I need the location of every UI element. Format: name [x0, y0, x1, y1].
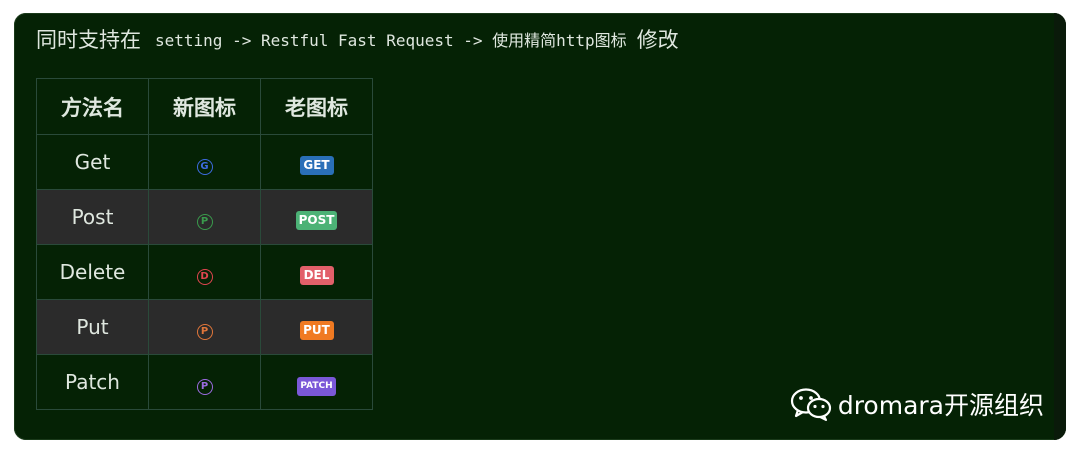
delete-old-badge-icon: DEL — [299, 265, 334, 285]
method-icon-table: 方法名 新图标 老图标 Get G GET Post P POST Delete D DEL Pu… — [36, 78, 373, 410]
method-name-cell: Put — [36, 299, 149, 355]
content-panel: 同时支持在 setting -> Restful Fast Request ->… — [14, 13, 1066, 440]
watermark-text: dromara开源组织 — [837, 391, 1044, 420]
old-icon-cell: PATCH — [260, 354, 373, 410]
old-icon-cell: DEL — [260, 244, 373, 300]
get-old-badge-icon: GET — [299, 155, 334, 175]
header-new-icon: 新图标 — [148, 78, 261, 135]
delete-new-icon: D — [196, 268, 213, 285]
post-old-badge-icon: POST — [295, 210, 338, 230]
intro-line: 同时支持在 setting -> Restful Fast Request ->… — [36, 23, 679, 55]
new-icon-cell: P — [148, 189, 261, 245]
post-new-icon: P — [196, 213, 213, 230]
patch-new-icon: P — [196, 378, 213, 395]
intro-tail-text: 修改 — [636, 28, 679, 52]
method-name-cell: Post — [36, 189, 149, 245]
put-old-badge-icon: PUT — [299, 320, 334, 340]
intro-lead-text: 同时支持在 — [36, 28, 141, 52]
old-icon-cell: GET — [260, 134, 373, 190]
header-method-name: 方法名 — [36, 78, 149, 135]
table-row: Delete D DEL — [36, 244, 373, 300]
watermark: dromara开源组织 — [790, 386, 1044, 422]
table-row: Put P PUT — [36, 299, 373, 355]
get-new-icon: G — [196, 158, 213, 175]
method-name-cell: Get — [36, 134, 149, 190]
settings-path-code: setting -> Restful Fast Request -> 使用精简h… — [155, 31, 627, 50]
put-new-icon: P — [196, 323, 213, 340]
header-old-icon: 老图标 — [260, 78, 373, 135]
table-row: Post P POST — [36, 189, 373, 245]
old-icon-cell: POST — [260, 189, 373, 245]
new-icon-cell: G — [148, 134, 261, 190]
method-name-cell: Delete — [36, 244, 149, 300]
new-icon-cell: P — [148, 354, 261, 410]
wechat-icon — [790, 388, 831, 421]
old-icon-cell: PUT — [260, 299, 373, 355]
table-row: Patch P PATCH — [36, 354, 373, 410]
new-icon-cell: P — [148, 299, 261, 355]
patch-old-badge-icon: PATCH — [297, 376, 336, 396]
table-row: Get G GET — [36, 134, 373, 190]
method-name-cell: Patch — [36, 354, 149, 410]
table-header-row: 方法名 新图标 老图标 — [36, 78, 373, 135]
new-icon-cell: D — [148, 244, 261, 300]
